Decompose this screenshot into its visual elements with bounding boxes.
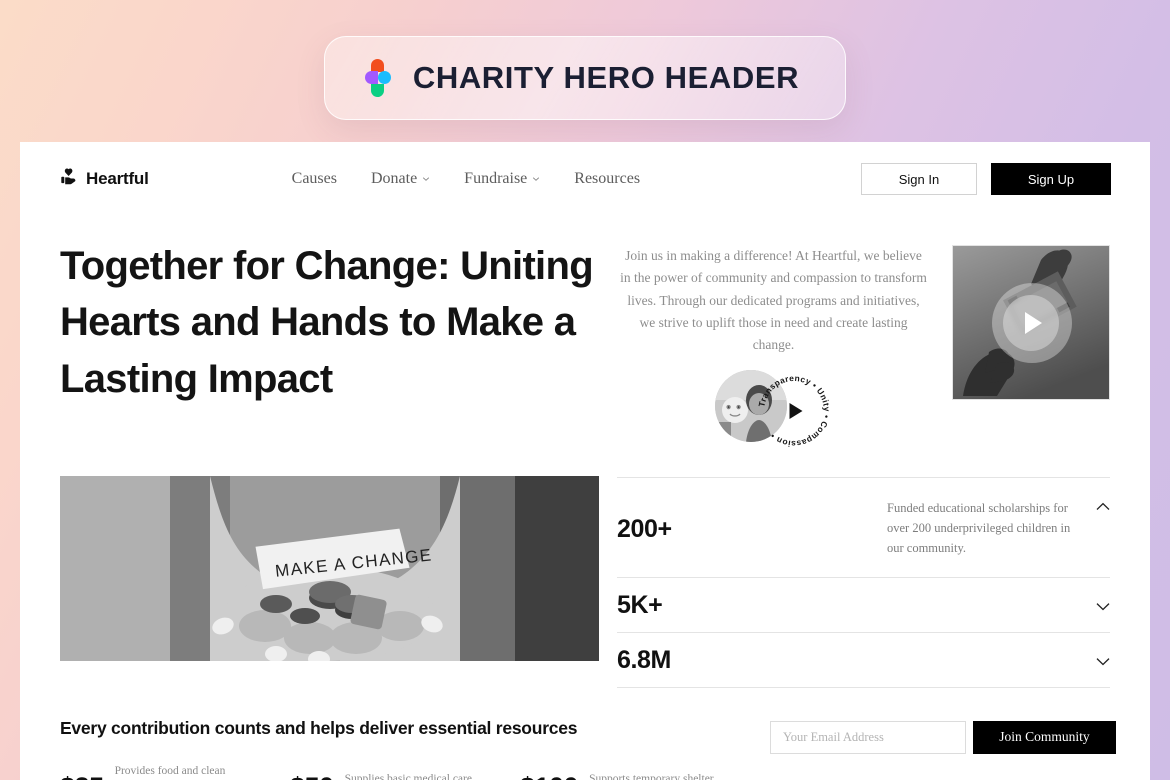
nav-actions: Sign In Sign Up [861,163,1111,195]
nav-link-causes[interactable]: Causes [292,170,337,188]
donation-tier-100[interactable]: $100 Supports temporary shelter for fami… [520,763,724,780]
header-badge-container: CHARITY HERO HEADER [0,36,1170,120]
nav-link-fundraise[interactable]: Fundraise [464,170,540,188]
nav-link-resources-label: Resources [574,170,641,187]
hero-section: Together for Change: Uniting Hearts and … [20,216,1150,452]
donation-tier-50[interactable]: $50 Supplies basic medical care for mult… [290,763,520,780]
top-navbar: Heartful Causes Donate Fundraise Resourc… [20,142,1150,216]
donation-tiers: $25 Provides food and clean water for a … [60,763,740,780]
brand-logo[interactable]: Heartful [60,168,149,191]
nav-link-donate-label: Donate [370,170,418,187]
tier-amount: $100 [520,772,579,780]
video-circle-badge[interactable]: Transparency • Unity • Compassion • [714,370,833,452]
bottom-section: Every contribution counts and helps deli… [20,688,1150,780]
rotating-text-ring: Transparency • Unity • Compassion • [755,372,833,450]
newsletter-form: Join Community [770,720,1116,754]
nav-links: Causes Donate Fundraise Resources [292,170,640,188]
video-thumbnail[interactable] [952,245,1110,400]
accordion-number: 200+ [617,515,672,544]
nav-link-resources[interactable]: Resources [574,170,640,188]
accordion-item-200[interactable]: 200+ Funded educational scholarships for… [617,477,1110,578]
play-button[interactable] [1003,294,1059,351]
sign-up-button[interactable]: Sign Up [991,163,1111,195]
accordion-item-5k[interactable]: 5K+ [617,578,1110,633]
tier-amount: $50 [290,772,334,780]
page-card: Heartful Causes Donate Fundraise Resourc… [20,142,1150,780]
play-icon [1025,311,1042,334]
mid-section: MAKE A CHANGE 200+ Funded educational sc… [20,452,1150,688]
accordion-number: 5K+ [617,590,663,619]
donation-tier-25[interactable]: $25 Provides food and clean water for a … [60,763,290,780]
header-badge: CHARITY HERO HEADER [323,36,847,120]
tier-description: Supports temporary shelter for families … [589,772,714,780]
tier-description: Supplies basic medical care for multiple… [344,772,472,780]
hero-paragraph: Join us in making a difference! At Heart… [620,248,927,353]
join-community-button[interactable]: Join Community [973,720,1116,754]
hero-left: Together for Change: Uniting Hearts and … [60,238,620,452]
chevron-down-icon [423,177,430,181]
accordion-description: Funded educational scholarships for over… [887,501,1071,555]
hand-heart-icon [60,168,79,191]
accordion-number: 6.8M [617,645,671,674]
header-badge-title: CHARITY HERO HEADER [412,60,800,95]
tier-description: Provides food and clean water for a fami… [114,764,226,777]
newsletter-block: Join Community [770,718,1116,780]
contribution-heading: Every contribution counts and helps deli… [60,717,578,738]
hero-right: Join us in making a difference! At Heart… [620,238,1110,452]
chevron-down-icon[interactable] [1084,599,1110,611]
chevron-up-icon[interactable] [1084,499,1110,511]
figma-logo-icon [364,59,391,97]
nav-link-donate[interactable]: Donate [371,170,430,188]
page-title: Together for Change: Uniting Hearts and … [60,244,594,401]
tier-amount: $25 [60,772,104,780]
hero-copy-column: Join us in making a difference! At Heart… [620,245,927,452]
accordion-item-68m[interactable]: 6.8M [617,633,1110,688]
hands-coins-photo: MAKE A CHANGE [60,476,599,662]
play-icon [789,403,802,420]
nav-link-causes-label: Causes [291,170,337,187]
stats-accordion: 200+ Funded educational scholarships for… [617,476,1110,688]
email-field[interactable] [770,720,966,754]
donation-tiers-block: Every contribution counts and helps deli… [60,718,740,780]
chevron-down-icon[interactable] [1084,654,1110,666]
brand-name: Heartful [86,169,149,188]
nav-link-fundraise-label: Fundraise [464,170,528,187]
sign-in-button[interactable]: Sign In [861,163,977,195]
chevron-down-icon [533,177,540,181]
